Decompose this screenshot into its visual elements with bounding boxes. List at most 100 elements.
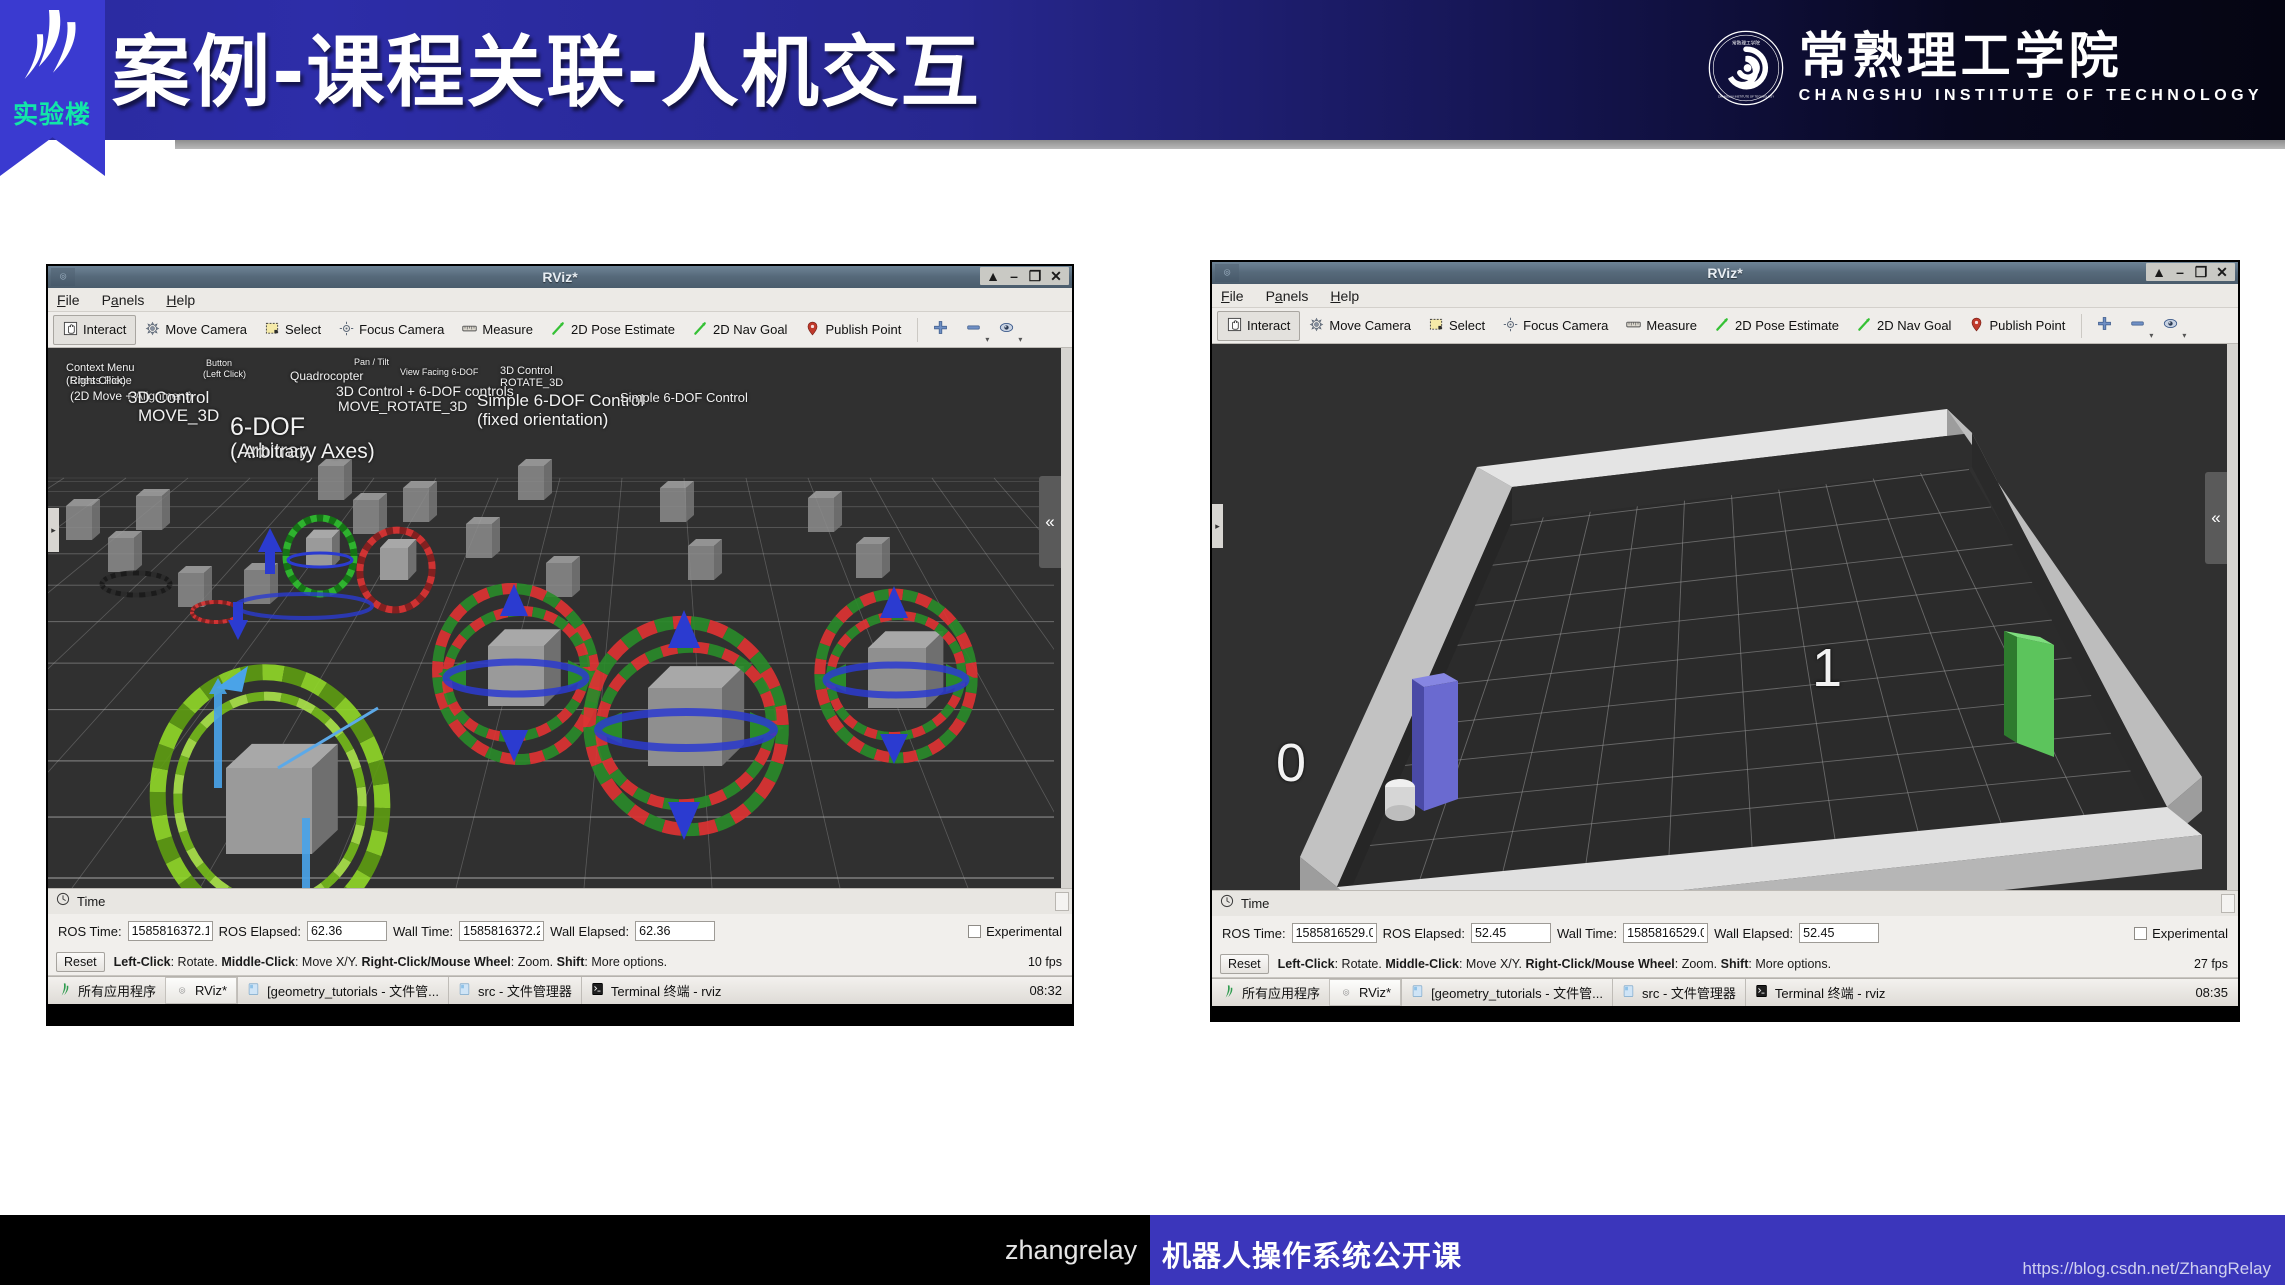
minimize-button[interactable]: – — [2172, 264, 2188, 280]
ros-time-field[interactable] — [127, 921, 213, 941]
experimental-toggle[interactable]: Experimental — [968, 924, 1062, 939]
tool-publish-point[interactable]: Publish Point — [1960, 311, 2074, 341]
maximize-button[interactable]: ❐ — [1027, 268, 1043, 284]
chevron-down-icon[interactable]: ▾ — [985, 335, 989, 344]
taskbar-left[interactable]: 所有应用程序 ◎ RViz* [geometry_tutorials - 文件管… — [48, 976, 1072, 1004]
experimental-checkbox[interactable] — [968, 924, 982, 938]
taskbar-item-terminal[interactable]: Terminal 终端 - rviz — [1744, 979, 1895, 1006]
menubar-left[interactable]: File Panels Help — [48, 288, 1072, 312]
menu-file[interactable]: File — [57, 292, 80, 308]
close-button[interactable]: ✕ — [2214, 264, 2230, 280]
time-panel-grip[interactable] — [2221, 894, 2235, 913]
menu-file[interactable]: File — [1221, 288, 1244, 304]
taskbar-apps-button[interactable]: 所有应用程序 — [1212, 979, 1329, 1006]
tool-select[interactable]: Select — [1420, 311, 1494, 341]
tool-move-camera[interactable]: Move Camera — [1300, 311, 1420, 341]
shade-button[interactable]: ▲ — [985, 268, 1001, 284]
map-pin-icon — [1969, 317, 1984, 335]
taskbar-item-geometry[interactable]: [geometry_tutorials - 文件管... — [237, 977, 448, 1004]
time-panel-header-left[interactable]: Time — [48, 888, 1072, 914]
viewport-scroll-column[interactable] — [1061, 348, 1072, 888]
titlebar-right[interactable]: ◎ RViz* ▲ – ❐ ✕ — [1212, 262, 2238, 284]
reset-button[interactable]: Reset — [1220, 953, 1269, 974]
ros-time-field[interactable] — [1291, 923, 1377, 943]
taskbar-item-src[interactable]: src - 文件管理器 — [1612, 979, 1745, 1006]
left-panel-expand-handle[interactable]: ▸ — [48, 508, 59, 552]
taskbar-item-rviz[interactable]: ◎ RViz* — [165, 977, 238, 1004]
wall-elapsed-field[interactable] — [635, 921, 716, 941]
right-panel-collapse-handle[interactable]: « — [1039, 476, 1061, 568]
close-button[interactable]: ✕ — [1048, 268, 1064, 284]
ros-elapsed-field[interactable] — [306, 921, 387, 941]
taskbar-item-rviz[interactable]: ◎ RViz* — [1329, 979, 1402, 1006]
menu-panels[interactable]: Panels — [102, 292, 145, 308]
menu-panels[interactable]: Panels — [1266, 288, 1309, 304]
wall-time-field[interactable] — [459, 921, 545, 941]
window-controls[interactable]: ▲ – ❐ ✕ — [980, 267, 1069, 285]
menu-help[interactable]: Help — [166, 292, 195, 308]
menu-help[interactable]: Help — [1330, 288, 1359, 304]
taskbar-item-terminal[interactable]: Terminal 终端 - rviz — [580, 977, 731, 1004]
maximize-button[interactable]: ❐ — [2193, 264, 2209, 280]
clock-icon — [1220, 894, 1234, 913]
menubar-right[interactable]: File Panels Help — [1212, 284, 2238, 308]
toolbar-left[interactable]: Interact Move Camera Select Focus Camera… — [48, 312, 1072, 348]
minimize-button[interactable]: – — [1006, 268, 1022, 284]
footer-url[interactable]: https://blog.csdn.net/ZhangRelay — [2022, 1259, 2271, 1279]
tool-focus-camera[interactable]: Focus Camera — [1494, 311, 1617, 341]
toolbar-right[interactable]: Interact Move Camera Select Focus Camera… — [1212, 308, 2238, 344]
remove-tool-button[interactable]: ▾ — [2122, 312, 2155, 340]
time-panel-grip[interactable] — [1055, 892, 1069, 911]
tool-measure[interactable]: Measure — [1617, 311, 1706, 341]
experimental-checkbox[interactable] — [2134, 926, 2148, 940]
wall-time-field[interactable] — [1623, 923, 1709, 943]
viewport-scroll-column[interactable] — [2227, 344, 2238, 890]
slide-footer: zhangrelay 机器人操作系统公开课 https://blog.csdn.… — [0, 1215, 2285, 1285]
taskbar-right[interactable]: 所有应用程序 ◎ RViz* [geometry_tutorials - 文件管… — [1212, 978, 2238, 1006]
taskbar-item-src[interactable]: src - 文件管理器 — [448, 977, 581, 1004]
time-fields-left[interactable]: ROS Time: ROS Elapsed: Wall Time: Wall E… — [48, 914, 1072, 948]
move-camera-icon — [1309, 317, 1324, 335]
chevron-down-icon[interactable]: ▾ — [2149, 331, 2153, 340]
time-panel-header-right[interactable]: Time — [1212, 890, 2238, 916]
titlebar-left[interactable]: ◎ RViz* ▲ – ❐ ✕ — [48, 266, 1072, 288]
window-controls[interactable]: ▲ – ❐ ✕ — [2146, 263, 2235, 281]
rviz-window-right[interactable]: ◎ RViz* ▲ – ❐ ✕ File Panels Help Interact Mov… — [1210, 260, 2240, 1022]
tool-2d-pose-estimate[interactable]: 2D Pose Estimate — [1706, 311, 1848, 341]
viewport-left[interactable]: Context Menu Chess Piece (Right Click) (2D … — [48, 348, 1072, 888]
tool-2d-pose-estimate[interactable]: 2D Pose Estimate — [542, 315, 684, 345]
experimental-toggle[interactable]: Experimental — [2134, 926, 2228, 941]
right-panel-collapse-handle[interactable]: « — [2205, 472, 2227, 564]
taskbar-apps-label: 所有应用程序 — [78, 984, 157, 999]
left-panel-expand-handle[interactable]: ▸ — [1212, 504, 1223, 548]
add-tool-button[interactable] — [925, 316, 958, 344]
taskbar-apps-button[interactable]: 所有应用程序 — [48, 977, 165, 1004]
tool-publish-point[interactable]: Publish Point — [796, 315, 910, 345]
remove-tool-button[interactable]: ▾ — [958, 316, 991, 344]
tool-move-camera[interactable]: Move Camera — [136, 315, 256, 345]
tool-select[interactable]: Select — [256, 315, 330, 345]
rviz-window-left[interactable]: ◎ RViz* ▲ – ❐ ✕ File Panels Help Interact Mov… — [46, 264, 1074, 1026]
tool-focus-camera[interactable]: Focus Camera — [330, 315, 453, 345]
tool-interact[interactable]: Interact — [1217, 310, 1301, 341]
chevron-down-icon[interactable]: ▾ — [2182, 331, 2186, 340]
time-fields-right[interactable]: ROS Time: ROS Elapsed: Wall Time: Wall E… — [1212, 916, 2238, 950]
tool-2d-nav-goal[interactable]: 2D Nav Goal — [684, 315, 796, 345]
shade-button[interactable]: ▲ — [2151, 264, 2167, 280]
ros-elapsed-field[interactable] — [1470, 923, 1551, 943]
add-tool-button[interactable] — [2089, 312, 2122, 340]
tool-properties-button[interactable]: ▾ — [991, 316, 1024, 344]
tool-2d-nav-goal[interactable]: 2D Nav Goal — [1848, 311, 1960, 341]
mouse-hint-text: Left-Click: Rotate. Middle-Click: Move X… — [113, 954, 668, 969]
reset-button[interactable]: Reset — [56, 951, 105, 972]
tool-interact[interactable]: Interact — [53, 314, 137, 345]
status-row-right[interactable]: Reset Left-Click: Rotate. Middle-Click: … — [1212, 950, 2238, 978]
experimental-label: Experimental — [2152, 925, 2228, 941]
chevron-down-icon[interactable]: ▾ — [1018, 335, 1022, 344]
viewport-right[interactable]: 01 ▸ « — [1212, 344, 2238, 890]
wall-elapsed-field[interactable] — [1799, 923, 1880, 943]
taskbar-item-geometry[interactable]: [geometry_tutorials - 文件管... — [1401, 979, 1612, 1006]
tool-measure[interactable]: Measure — [453, 315, 542, 345]
tool-properties-button[interactable]: ▾ — [2155, 312, 2188, 340]
status-row-left[interactable]: Reset Left-Click: Rotate. Middle-Click: … — [48, 948, 1072, 976]
